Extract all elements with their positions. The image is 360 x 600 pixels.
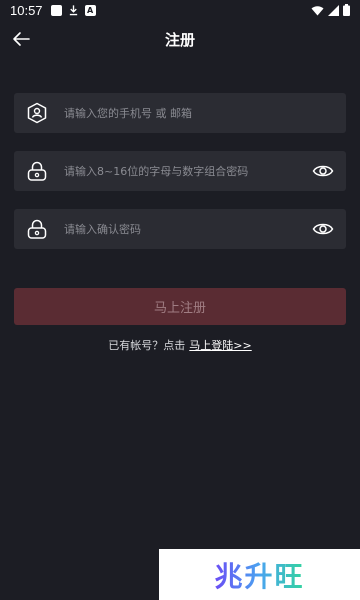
login-prompt-text: 已有帐号？点击 <box>108 339 186 352</box>
watermark: 兆升旺 <box>159 549 360 600</box>
arrow-left-icon[interactable] <box>10 28 32 50</box>
a-icon: A <box>84 4 96 16</box>
password-input[interactable] <box>64 151 304 191</box>
status-time: 10:57 <box>10 2 43 18</box>
register-screen: 10:57 A 注册 请输入您的手机号 或 邮箱 马上注册 已有帐号？点击 马上… <box>0 0 360 600</box>
account-input[interactable] <box>64 93 304 133</box>
confirm-password-field[interactable] <box>14 209 346 249</box>
signal-icon <box>328 4 339 16</box>
user-shield-icon <box>27 102 47 124</box>
download-icon <box>69 5 77 16</box>
status-right <box>311 4 350 16</box>
login-link[interactable]: 马上登陆>> <box>189 339 251 352</box>
eye-icon[interactable] <box>312 160 334 182</box>
page-title: 注册 <box>164 30 195 49</box>
header: 注册 <box>0 22 360 56</box>
battery-icon <box>343 4 350 16</box>
password-field[interactable] <box>14 151 346 191</box>
register-button[interactable]: 马上注册 <box>14 288 346 325</box>
status-bar: 10:57 A <box>0 0 360 20</box>
wifi-icon <box>311 5 324 15</box>
square-icon <box>50 4 62 16</box>
lock-icon <box>27 161 47 181</box>
eye-icon[interactable] <box>312 218 334 240</box>
confirm-password-input[interactable] <box>64 209 304 249</box>
watermark-logo: 兆升旺 <box>214 555 304 595</box>
lock-icon <box>27 219 47 239</box>
account-field[interactable] <box>14 93 346 133</box>
login-prompt: 已有帐号？点击 马上登陆>> <box>0 337 360 353</box>
